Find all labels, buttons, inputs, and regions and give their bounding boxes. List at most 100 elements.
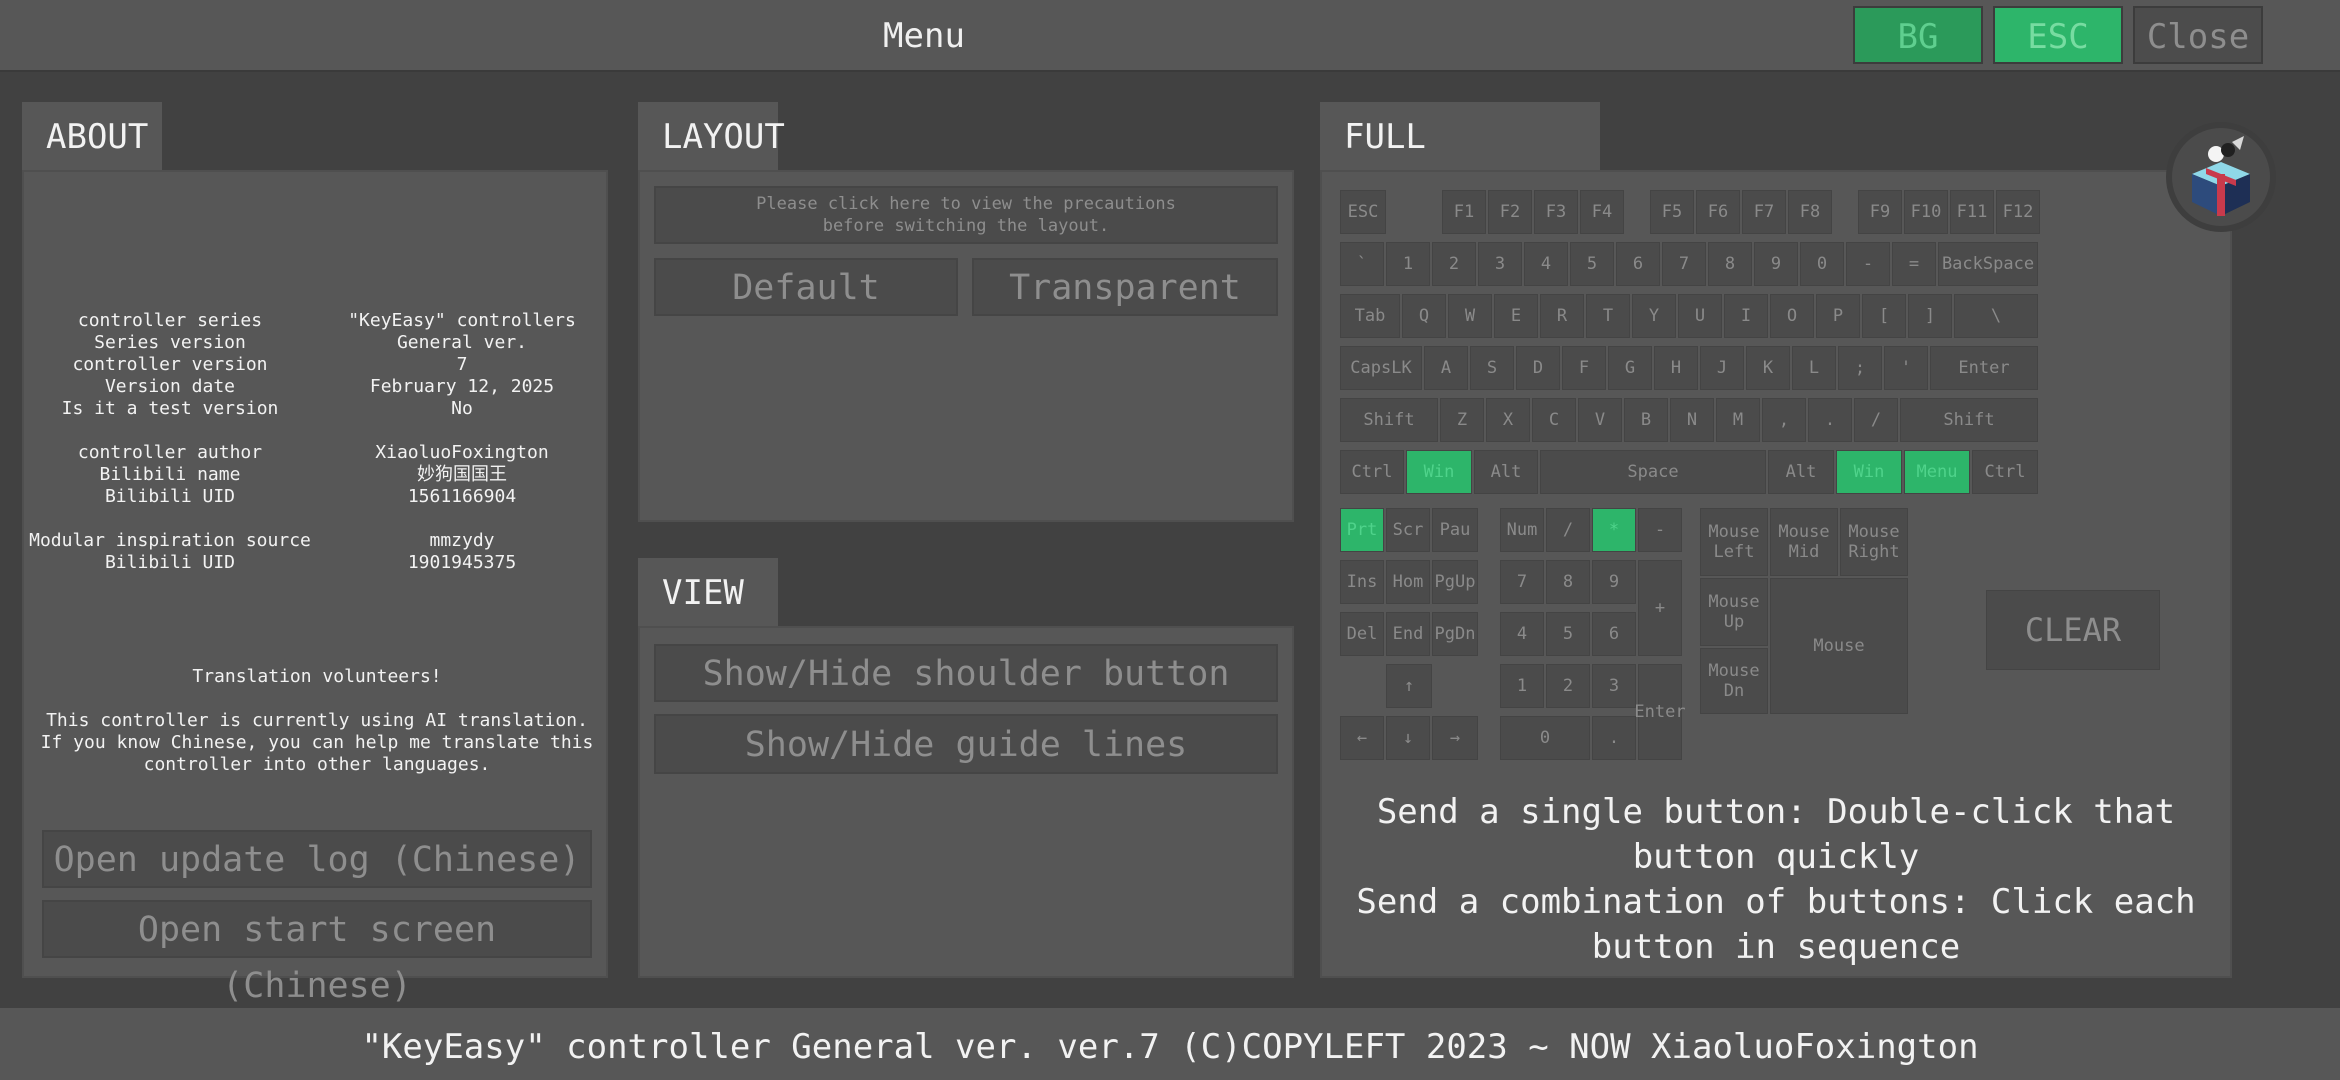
key-7[interactable]: 7 [1662,242,1706,286]
key-mouse-mid[interactable]: Mouse Mid [1770,508,1838,576]
key-f6[interactable]: F6 [1696,190,1740,234]
key-0[interactable]: 0 [1500,716,1590,760]
key-2[interactable]: 2 [1546,664,1590,708]
key-f8[interactable]: F8 [1788,190,1832,234]
key-z[interactable]: Z [1440,398,1484,442]
key-9[interactable]: 9 [1592,560,1636,604]
key-space[interactable]: Space [1540,450,1766,494]
key-m[interactable]: M [1716,398,1760,442]
key-pgdn[interactable]: PgDn [1432,612,1478,656]
key-6[interactable]: 6 [1592,612,1636,656]
key-o[interactable]: O [1770,294,1814,338]
key-f2[interactable]: F2 [1488,190,1532,234]
key-u[interactable]: U [1678,294,1722,338]
key-alt[interactable]: Alt [1768,450,1834,494]
key-'[interactable]: ' [1884,346,1928,390]
key-/[interactable]: / [1546,508,1590,552]
key-7[interactable]: 7 [1500,560,1544,604]
transparent-layout-button[interactable]: Transparent [972,258,1278,316]
key-win[interactable]: Win [1836,450,1902,494]
key-f5[interactable]: F5 [1650,190,1694,234]
key-*[interactable]: * [1592,508,1636,552]
key-pau[interactable]: Pau [1432,508,1478,552]
key-end[interactable]: End [1386,612,1430,656]
key-9[interactable]: 9 [1754,242,1798,286]
key-=[interactable]: = [1892,242,1936,286]
key-v[interactable]: V [1578,398,1622,442]
open-start-screen-button[interactable]: Open start screen (Chinese) [42,900,592,1006]
key-pgup[interactable]: PgUp [1432,560,1478,604]
key-y[interactable]: Y [1632,294,1676,338]
key-←[interactable]: ← [1340,716,1384,760]
key-l[interactable]: L [1792,346,1836,390]
key-d[interactable]: D [1516,346,1560,390]
key-5[interactable]: 5 [1570,242,1614,286]
key-hom[interactable]: Hom [1386,560,1430,604]
key-scr[interactable]: Scr [1386,508,1430,552]
key-↓[interactable]: ↓ [1386,716,1430,760]
key-/[interactable]: / [1854,398,1898,442]
key-i[interactable]: I [1724,294,1768,338]
key-ins[interactable]: Ins [1340,560,1384,604]
close-button[interactable]: Close [2133,6,2263,64]
key-menu[interactable]: Menu [1904,450,1970,494]
open-update-log-button[interactable]: Open update log (Chinese) [42,830,592,888]
key-8[interactable]: 8 [1546,560,1590,604]
key-\[interactable]: \ [1954,294,2038,338]
key-num[interactable]: Num [1500,508,1544,552]
key-.[interactable]: . [1592,716,1636,760]
key-→[interactable]: → [1432,716,1478,760]
key-prt[interactable]: Prt [1340,508,1384,552]
key-0[interactable]: 0 [1800,242,1844,286]
key-f9[interactable]: F9 [1858,190,1902,234]
clear-button[interactable]: CLEAR [1986,590,2160,670]
key-g[interactable]: G [1608,346,1652,390]
key-x[interactable]: X [1486,398,1530,442]
key-k[interactable]: K [1746,346,1790,390]
key-a[interactable]: A [1424,346,1468,390]
key-t[interactable]: T [1586,294,1630,338]
key-p[interactable]: P [1816,294,1860,338]
key-.[interactable]: . [1808,398,1852,442]
key-`[interactable]: ` [1340,242,1384,286]
key-][interactable]: ] [1908,294,1952,338]
key-3[interactable]: 3 [1592,664,1636,708]
key-e[interactable]: E [1494,294,1538,338]
key-4[interactable]: 4 [1524,242,1568,286]
precautions-button[interactable]: Please click here to view the precaution… [654,186,1278,244]
key-s[interactable]: S [1470,346,1514,390]
key-r[interactable]: R [1540,294,1584,338]
key-f4[interactable]: F4 [1580,190,1624,234]
key-j[interactable]: J [1700,346,1744,390]
key-b[interactable]: B [1624,398,1668,442]
toggle-shoulder-buttons-button[interactable]: Show/Hide shoulder button buttons [654,644,1278,750]
key-enter[interactable]: Enter [1930,346,2038,390]
key-esc[interactable]: ESC [1340,190,1386,234]
key-mouse-right[interactable]: Mouse Right [1840,508,1908,576]
key-w[interactable]: W [1448,294,1492,338]
key-+[interactable]: + [1638,560,1682,656]
key-3[interactable]: 3 [1478,242,1522,286]
key-5[interactable]: 5 [1546,612,1590,656]
bg-button[interactable]: BG [1853,6,1983,64]
key-6[interactable]: 6 [1616,242,1660,286]
key-4[interactable]: 4 [1500,612,1544,656]
key-ctrl[interactable]: Ctrl [1972,450,2038,494]
key-capslk[interactable]: CapsLK [1340,346,1422,390]
key-q[interactable]: Q [1402,294,1446,338]
key-ctrl[interactable]: Ctrl [1340,450,1404,494]
key-1[interactable]: 1 [1500,664,1544,708]
key-1[interactable]: 1 [1386,242,1430,286]
key-mouse[interactable]: Mouse [1770,578,1908,714]
key-8[interactable]: 8 [1708,242,1752,286]
key-,[interactable]: , [1762,398,1806,442]
key-enter[interactable]: Enter [1634,664,1686,760]
key-f1[interactable]: F1 [1442,190,1486,234]
key-f3[interactable]: F3 [1534,190,1578,234]
key-f[interactable]: F [1562,346,1606,390]
key--[interactable]: - [1846,242,1890,286]
key-shift[interactable]: Shift [1900,398,2038,442]
esc-button[interactable]: ESC [1993,6,2123,64]
key-[[interactable]: [ [1862,294,1906,338]
key-mouse-up[interactable]: Mouse Up [1700,578,1768,646]
